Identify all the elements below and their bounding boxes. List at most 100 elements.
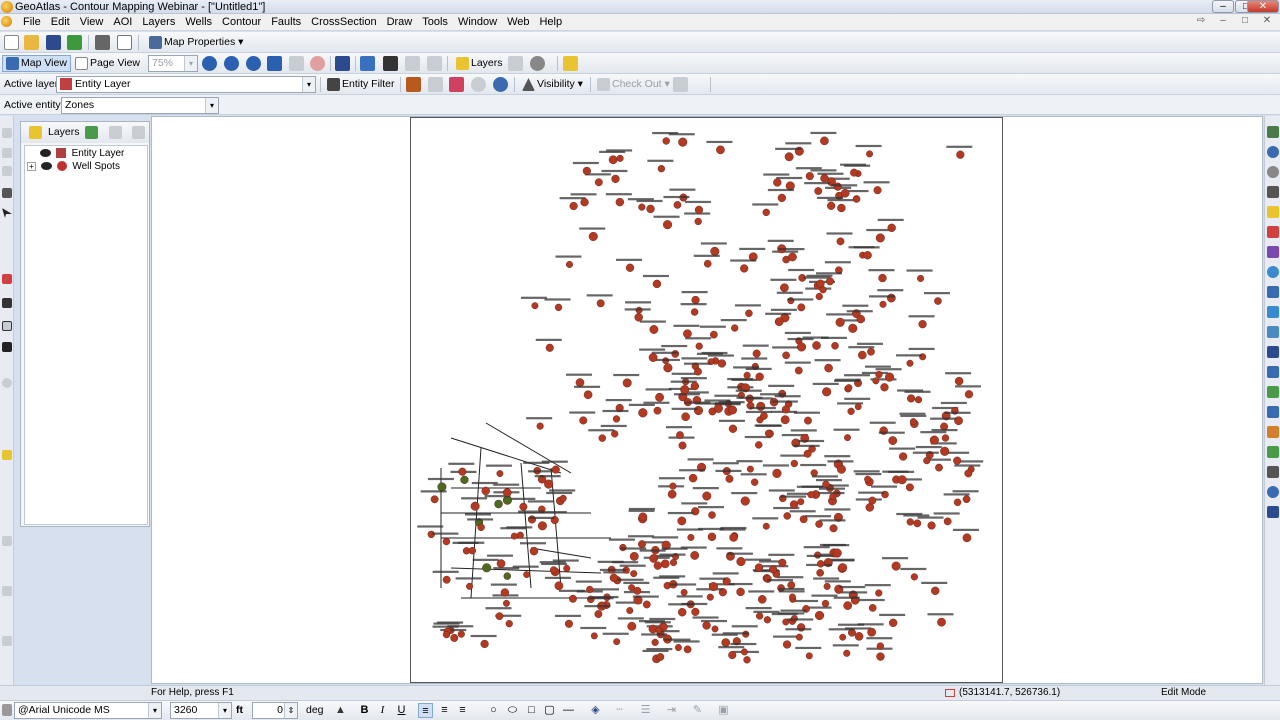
tool-misc3-icon[interactable] <box>2 636 12 646</box>
well-spot[interactable] <box>703 259 712 268</box>
well-spot[interactable] <box>613 638 621 646</box>
well-spots-plot[interactable] <box>411 118 1004 684</box>
well-spot[interactable] <box>598 434 607 442</box>
tool-edit-icon[interactable] <box>2 321 12 331</box>
well-spot[interactable] <box>829 524 838 533</box>
well-spot[interactable] <box>953 456 962 465</box>
well-spot[interactable] <box>710 330 718 339</box>
well-spot[interactable] <box>616 154 624 162</box>
well-spot[interactable] <box>875 233 885 243</box>
well-spot[interactable] <box>568 594 577 603</box>
well-spot[interactable] <box>437 482 447 492</box>
well-spot[interactable] <box>612 415 621 423</box>
map-sheet[interactable] <box>410 117 1003 683</box>
well-spot[interactable] <box>888 618 898 628</box>
well-spot[interactable] <box>711 625 719 633</box>
well-spot[interactable] <box>898 452 908 461</box>
well-spot[interactable] <box>626 607 634 614</box>
well-spot[interactable] <box>736 557 746 567</box>
well-spot[interactable] <box>634 313 643 322</box>
well-spot[interactable] <box>931 586 940 595</box>
well-spot[interactable] <box>865 503 875 512</box>
well-spot[interactable] <box>756 401 766 411</box>
well-spot[interactable] <box>596 299 605 308</box>
well-spot[interactable] <box>773 178 782 187</box>
well-spot[interactable] <box>777 193 786 203</box>
well-spot[interactable] <box>956 150 965 159</box>
well-spot[interactable] <box>702 621 711 630</box>
stop-icon[interactable] <box>310 56 325 71</box>
tool-misc-icon[interactable] <box>2 536 12 546</box>
well-spot[interactable] <box>496 559 506 568</box>
move-down-icon[interactable] <box>132 126 145 139</box>
well-spot[interactable] <box>680 588 688 596</box>
hand-icon[interactable] <box>289 56 304 71</box>
entity-filter-button[interactable]: Entity Filter <box>323 76 399 93</box>
well-spot[interactable] <box>797 498 805 506</box>
well-spot[interactable] <box>867 627 877 637</box>
line-style-icon[interactable]: ┄ <box>612 703 627 718</box>
map-properties-button[interactable]: Map Properties ▾ <box>145 34 247 51</box>
well-spot[interactable] <box>706 593 714 601</box>
menu-layers[interactable]: Layers <box>137 14 180 30</box>
well-spot[interactable] <box>929 435 939 445</box>
well-spot[interactable] <box>708 511 716 519</box>
well-spot[interactable] <box>815 520 823 528</box>
well-spot[interactable] <box>683 329 692 339</box>
menu-file[interactable]: File <box>18 14 46 30</box>
active-entity-combo[interactable]: Zones ▾ <box>61 97 219 114</box>
well-spot[interactable] <box>836 237 845 246</box>
well-spot[interactable] <box>875 370 883 379</box>
well-spot[interactable] <box>913 519 922 528</box>
well-spot[interactable] <box>505 620 513 628</box>
well-spot[interactable] <box>554 303 563 312</box>
well-spot[interactable] <box>716 145 725 155</box>
well-spot[interactable] <box>797 303 806 312</box>
align-center-icon[interactable]: ≡ <box>437 703 452 718</box>
well-spot[interactable] <box>782 351 790 360</box>
well-spot[interactable] <box>590 632 598 640</box>
well-spot[interactable] <box>575 378 585 387</box>
well-spot[interactable] <box>878 273 887 283</box>
move-up-icon[interactable] <box>109 126 122 139</box>
active-layer-combo[interactable]: Entity Layer ▾ <box>56 76 316 93</box>
well-spot[interactable] <box>580 198 589 207</box>
well-spot[interactable] <box>680 385 690 395</box>
fault-icon[interactable] <box>1267 286 1279 298</box>
well-spot[interactable] <box>690 308 699 316</box>
well-spot[interactable] <box>503 572 512 580</box>
well-spot[interactable] <box>638 203 646 211</box>
well-spot[interactable] <box>457 630 465 638</box>
well-spot[interactable] <box>663 363 673 373</box>
well-spot[interactable] <box>496 470 504 477</box>
grid-icon[interactable] <box>1267 186 1279 198</box>
well-spot[interactable] <box>829 493 837 501</box>
well-spot[interactable] <box>678 137 688 147</box>
well-spot[interactable] <box>648 353 658 362</box>
globe-icon[interactable] <box>1267 146 1279 158</box>
well-spot[interactable] <box>677 516 687 526</box>
target-icon[interactable] <box>1267 266 1279 278</box>
well-spot[interactable] <box>702 491 712 501</box>
check-out-button[interactable]: Check Out ▾ <box>593 76 674 93</box>
well-spot[interactable] <box>629 551 639 561</box>
doc-maximize-icon[interactable]: □ <box>1236 15 1254 29</box>
well-spot[interactable] <box>816 279 825 288</box>
well-spot[interactable] <box>831 342 839 350</box>
well-spot[interactable] <box>743 656 751 664</box>
well-spot[interactable] <box>780 415 790 425</box>
tool-rectangle-icon[interactable] <box>2 128 12 138</box>
well-spot[interactable] <box>807 491 815 499</box>
well-spot[interactable] <box>494 499 503 509</box>
doc-close-icon[interactable]: ✕ <box>1258 15 1276 29</box>
well-spot[interactable] <box>935 463 943 472</box>
well-spot[interactable] <box>839 633 847 641</box>
app-menu-icon[interactable] <box>1 16 12 27</box>
menu-wells[interactable]: Wells <box>180 14 217 30</box>
well-spot[interactable] <box>887 223 896 233</box>
well-spot[interactable] <box>866 150 874 158</box>
web-icon[interactable] <box>1267 486 1279 498</box>
well-spot[interactable] <box>755 372 764 381</box>
well-spot[interactable] <box>615 197 625 207</box>
well-spot[interactable] <box>536 422 544 430</box>
